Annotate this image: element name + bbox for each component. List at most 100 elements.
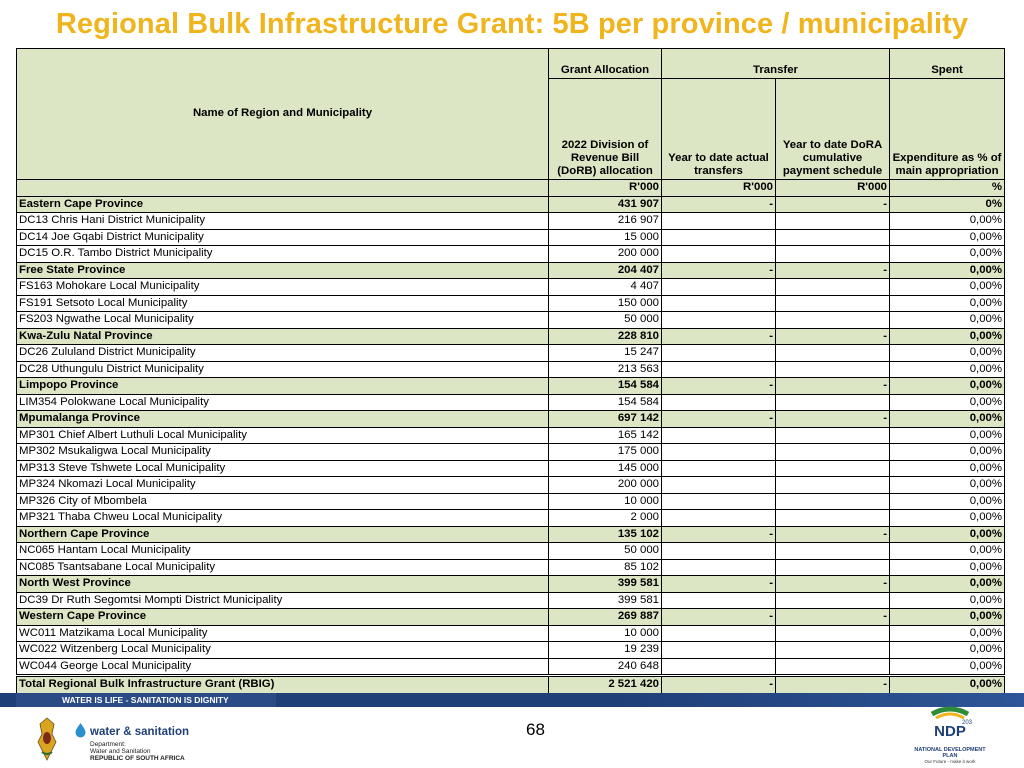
cell-expenditure: 0,00% (889, 228, 1006, 246)
cell-ytd-actual (661, 360, 776, 378)
cell-name: NC065 Hantam Local Municipality (16, 542, 549, 560)
cell-allocation: 145 000 (548, 459, 662, 477)
cell-expenditure: 0,00% (889, 261, 1006, 279)
cell-ytd-actual: - (661, 327, 776, 345)
spent-header: Spent (889, 48, 1006, 79)
total-row: Total Regional Bulk Infrastructure Grant… (16, 674, 1006, 694)
department-text: Department: Water and Sanitation REPUBLI… (90, 741, 185, 762)
cell-expenditure: 0,00% (889, 558, 1006, 576)
cell-expenditure: 0,00% (889, 311, 1006, 329)
cell-ytd-actual (661, 311, 776, 329)
cell-ytd-actual (661, 294, 776, 312)
cell-ytd-dora (774, 344, 891, 362)
table-row: DC14 Joe Gqabi District Municipality 15 0… (16, 228, 1006, 246)
grant-table: Name of Region and Municipality Grant Al… (16, 48, 1006, 694)
table-row: FS203 Ngwathe Local Municipality 50 000 0,… (16, 311, 1006, 329)
ndp-2030-logo-icon: NDP 2030 (930, 706, 976, 740)
cell-ytd-dora (774, 294, 891, 312)
table-row: FS163 Mohokare Local Municipality 4 407 0,… (16, 278, 1006, 296)
cell-name: DC26 Zululand District Municipality (16, 344, 549, 362)
cell-name: WC044 George Local Municipality (16, 657, 549, 676)
cell-name: FS163 Mohokare Local Municipality (16, 278, 549, 296)
cell-ytd-dora (774, 509, 891, 527)
cell-allocation: 150 000 (548, 294, 662, 312)
cell-expenditure: 0,00% (889, 492, 1006, 510)
table-row: DC15 O.R. Tambo District Municipality 200… (16, 245, 1006, 263)
cell-ytd-dora (774, 245, 891, 263)
transfer-header: Transfer (660, 48, 891, 79)
cell-ytd-actual (661, 212, 776, 230)
province-row: Free State Province 204 407- -0,00% (16, 261, 1006, 279)
cell-name: Western Cape Province (16, 608, 549, 626)
cell-expenditure: 0,00% (889, 591, 1006, 609)
cell-ytd-actual (661, 624, 776, 642)
cell-ytd-dora (774, 393, 891, 411)
cell-ytd-dora (774, 657, 891, 676)
cell-ytd-dora (774, 558, 891, 576)
cell-ytd-dora (774, 278, 891, 296)
ndp-tagline: Our Future - make it work (924, 759, 976, 764)
cell-expenditure: 0,00% (889, 608, 1006, 626)
table-row: MP302 Msukaligwa Local Municipality 175 0… (16, 443, 1006, 461)
cell-ytd-dora (774, 443, 891, 461)
cell-allocation: 213 563 (548, 360, 662, 378)
cell-allocation: 216 907 (548, 212, 662, 230)
cell-ytd-actual (661, 591, 776, 609)
grant-allocation-header: Grant Allocation (548, 48, 662, 79)
cell-ytd-actual (661, 459, 776, 477)
cell-allocation: 85 102 (548, 558, 662, 576)
transfer-header-label: Transfer (753, 63, 798, 76)
cell-name: DC28 Uthungulu District Municipality (16, 360, 549, 378)
cell-name: MP301 Chief Albert Luthuli Local Municip… (16, 426, 549, 444)
cell-allocation: 200 000 (548, 245, 662, 263)
cell-ytd-dora (774, 492, 891, 510)
name-column-header: Name of Region and Municipality (16, 48, 549, 180)
cell-expenditure: 0,00% (889, 459, 1006, 477)
cell-allocation: 15 247 (548, 344, 662, 362)
cell-allocation: 175 000 (548, 443, 662, 461)
cell-expenditure: 0,00% (889, 212, 1006, 230)
cell-allocation: 19 239 (548, 641, 662, 659)
cell-ytd-dora (774, 591, 891, 609)
coat-of-arms-icon (37, 717, 57, 761)
cell-name: MP321 Thaba Chweu Local Municipality (16, 509, 549, 527)
cell-name: DC13 Chris Hani District Municipality (16, 212, 549, 230)
cell-allocation: 399 581 (548, 575, 662, 593)
cell-allocation: 4 407 (548, 278, 662, 296)
cell-expenditure: 0,00% (889, 278, 1006, 296)
ndp-label: NATIONAL DEVELOPMENT PLAN (914, 747, 986, 759)
cell-ytd-dora (774, 459, 891, 477)
cell-ytd-dora: - (774, 575, 891, 593)
cell-ytd-dora (774, 542, 891, 560)
cell-allocation: 2 000 (548, 509, 662, 527)
ytd-dora-column-header: Year to date DoRA cumulative payment sch… (774, 78, 891, 180)
cell-allocation: 50 000 (548, 542, 662, 560)
cell-name: Mpumalanga Province (16, 410, 549, 428)
table-row: FS191 Setsoto Local Municipality 150 000 0… (16, 294, 1006, 312)
cell-ytd-actual (661, 245, 776, 263)
cell-ytd-actual (661, 542, 776, 560)
cell-expenditure: 0,00% (889, 344, 1006, 362)
table-row: WC044 George Local Municipality 240 648 0,… (16, 657, 1006, 676)
cell-ytd-actual (661, 443, 776, 461)
units-blank-cell (16, 179, 549, 197)
cell-allocation: 200 000 (548, 476, 662, 494)
cell-allocation: 10 000 (548, 624, 662, 642)
cell-name: DC14 Joe Gqabi District Municipality (16, 228, 549, 246)
cell-expenditure: 0,00% (889, 410, 1006, 428)
cell-expenditure: 0,00% (889, 624, 1006, 642)
cell-name: DC15 O.R. Tambo District Municipality (16, 245, 549, 263)
cell-allocation: 165 142 (548, 426, 662, 444)
cell-ytd-actual: - (661, 674, 776, 694)
cell-allocation: 697 142 (548, 410, 662, 428)
table-row: MP324 Nkomazi Local Municipality 200 000 0… (16, 476, 1006, 494)
table-row: MP321 Thaba Chweu Local Municipality 2 00… (16, 509, 1006, 527)
province-row: Eastern Cape Province 431 907- -0% (16, 195, 1006, 213)
allocation-column-header: 2022 Division of Revenue Bill (DoRB) all… (548, 78, 662, 180)
cell-expenditure: 0,00% (889, 377, 1006, 395)
cell-name: Eastern Cape Province (16, 195, 549, 213)
ytd-dora-unit: R'000 (774, 179, 891, 197)
province-row: Limpopo Province 154 584- -0,00% (16, 377, 1006, 395)
table-body: Eastern Cape Province 431 907- -0% DC13 Chr… (16, 195, 1006, 694)
cell-expenditure: 0,00% (889, 327, 1006, 345)
